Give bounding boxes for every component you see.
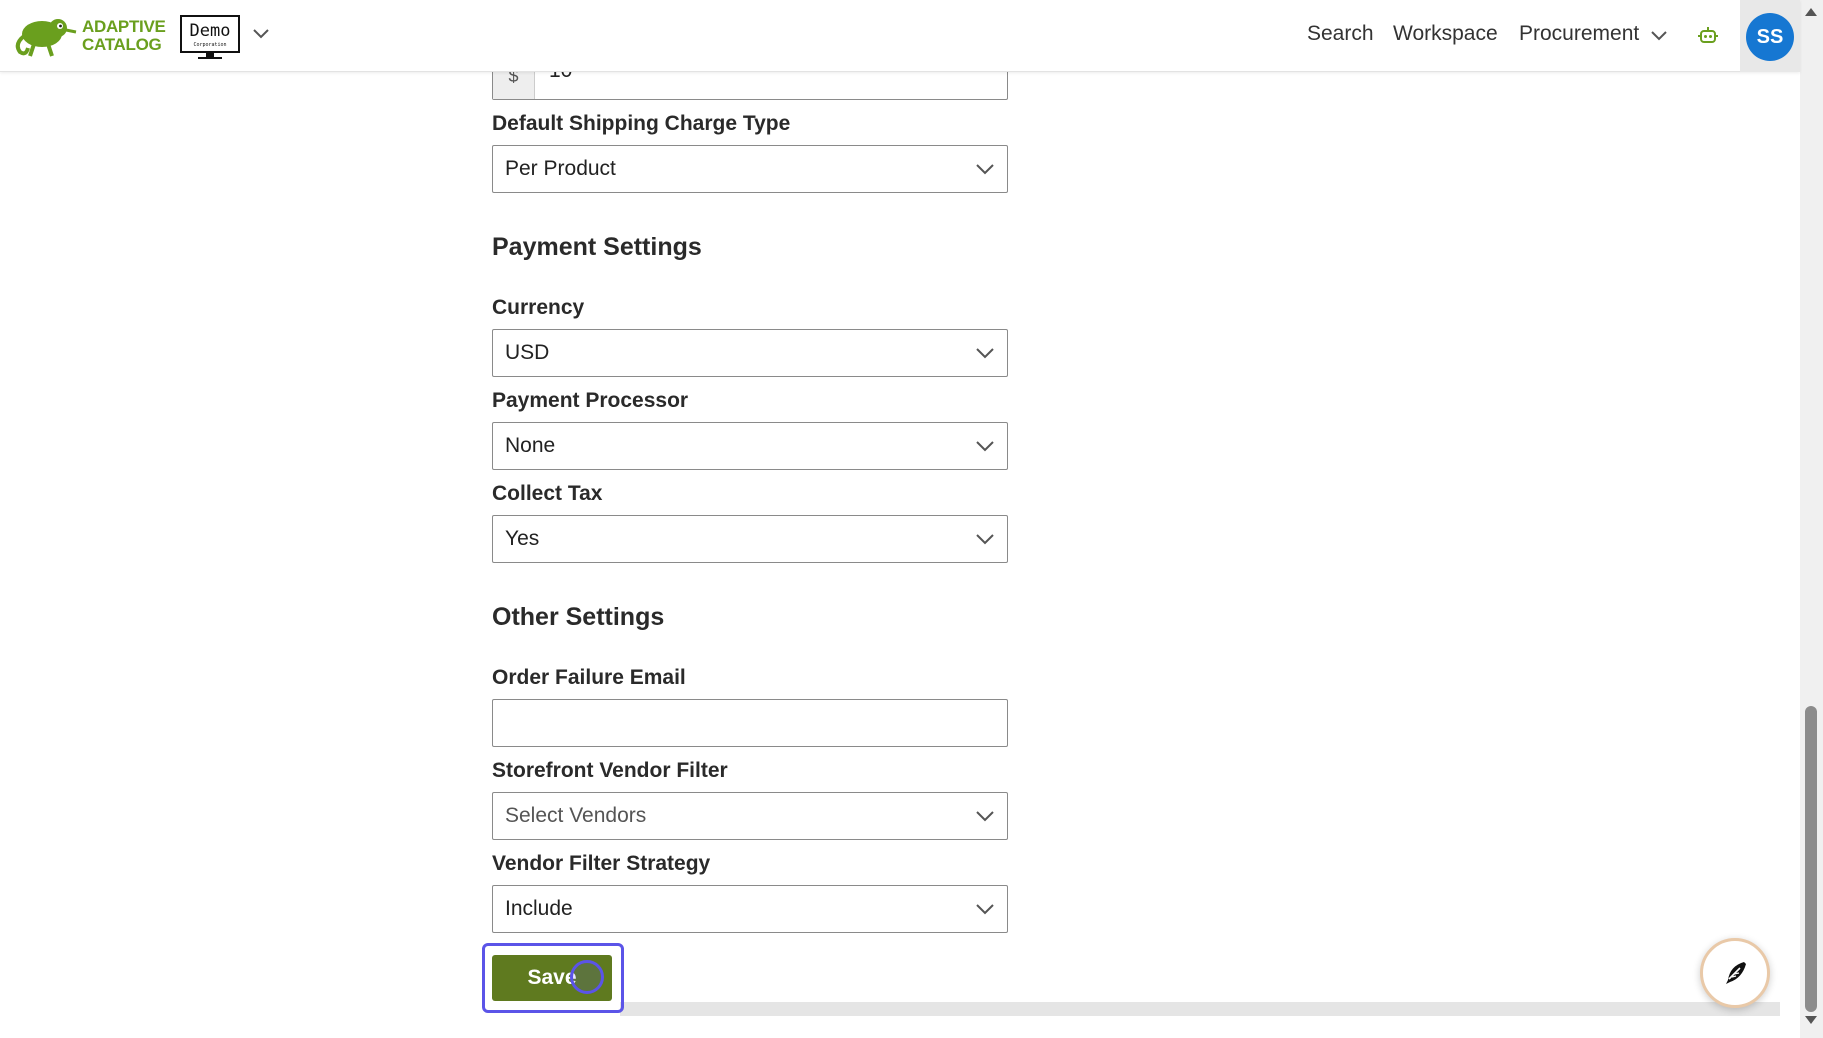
demo-label: Demo [189, 20, 231, 41]
chevron-down-icon [976, 348, 994, 359]
storefront-vendor-filter-label: Storefront Vendor Filter [492, 759, 728, 782]
chevron-down-icon [976, 441, 994, 452]
payment-processor-select[interactable]: None [492, 422, 1008, 470]
nav-workspace[interactable]: Workspace [1393, 22, 1498, 46]
currency-label: Currency [492, 296, 585, 319]
nav-search[interactable]: Search [1307, 22, 1374, 46]
payment-processor-label: Payment Processor [492, 389, 689, 412]
adaptive-catalog-logo[interactable]: ADAPTIVE CATALOG [12, 14, 166, 58]
monitor-base [198, 57, 222, 59]
storefront-vendor-filter-select[interactable]: Select Vendors [492, 792, 1008, 840]
workspace-logo-demo[interactable]: Demo Corporation [180, 15, 240, 53]
select-value: None [505, 434, 556, 457]
payment-settings-heading: Payment Settings [492, 233, 702, 261]
horizontal-divider-bar [620, 1002, 1780, 1016]
other-settings-heading: Other Settings [492, 603, 665, 631]
order-failure-email-input[interactable] [492, 699, 1008, 747]
logo-text: ADAPTIVE CATALOG [82, 18, 166, 54]
vendor-filter-strategy-label: Vendor Filter Strategy [492, 852, 711, 875]
logo-line-1: ADAPTIVE [82, 17, 166, 36]
user-avatar[interactable]: SS [1746, 13, 1794, 61]
chevron-down-icon [976, 811, 994, 822]
scroll-up-arrow-icon[interactable] [1805, 8, 1817, 16]
vendor-filter-strategy-select[interactable]: Include [492, 885, 1008, 933]
chevron-down-icon [976, 534, 994, 545]
cursor-indicator [570, 960, 604, 994]
currency-select[interactable]: USD [492, 329, 1008, 377]
chevron-down-icon [976, 904, 994, 915]
chameleon-logo-icon [15, 19, 77, 57]
demo-sub-label: Corporation [193, 41, 227, 48]
top-header: ADAPTIVE CATALOG Demo Corporation Search… [0, 0, 1800, 72]
logo-line-2: CATALOG [82, 35, 162, 54]
default-shipping-charge-type-select[interactable]: Per Product [492, 145, 1008, 193]
assistant-fab[interactable] [1700, 938, 1770, 1008]
chevron-down-icon [976, 164, 994, 175]
order-failure-email-label: Order Failure Email [492, 666, 686, 689]
chevron-down-icon[interactable] [252, 28, 270, 40]
select-value: Per Product [505, 157, 616, 180]
select-placeholder: Select Vendors [505, 804, 647, 827]
scrollbar-thumb[interactable] [1805, 706, 1817, 1012]
nav-procurement[interactable]: Procurement [1519, 22, 1639, 46]
collect-tax-label: Collect Tax [492, 482, 603, 505]
scroll-down-arrow-icon[interactable] [1805, 1016, 1817, 1024]
feather-pen-icon [1726, 962, 1746, 984]
select-value: USD [505, 341, 550, 364]
select-value: Yes [505, 527, 540, 550]
collect-tax-select[interactable]: Yes [492, 515, 1008, 563]
procurement-chevron-down-icon[interactable] [1650, 30, 1668, 42]
default-shipping-charge-type-label: Default Shipping Charge Type [492, 112, 791, 135]
bot-icon[interactable] [1698, 26, 1718, 46]
select-value: Include [505, 897, 573, 920]
